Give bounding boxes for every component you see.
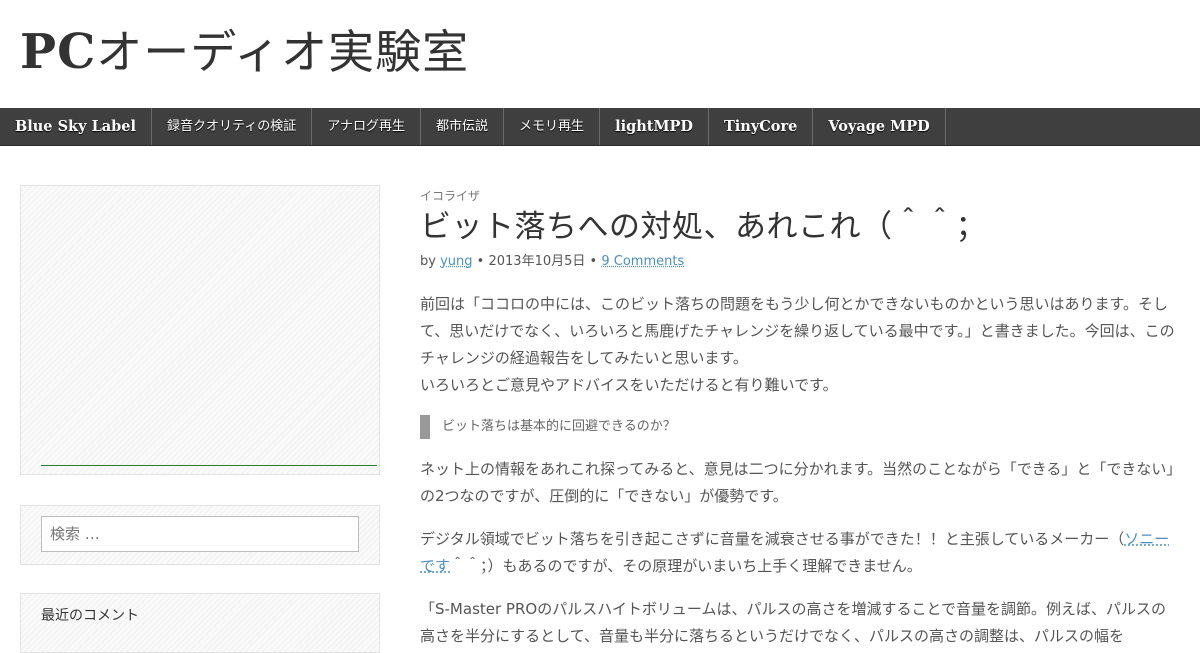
blockquote-bar [420, 415, 430, 439]
main-nav: Blue Sky Label 録音クオリティの検証 アナログ再生 都市伝説 メモリ再生 l… [0, 108, 1200, 146]
post-paragraph-text: デジタル領域でビット落ちを引き起こさずに音量を減衰させる事ができた！！と主張して… [420, 530, 1125, 548]
post-paragraph-text: 前回は「ココロの中には、このビット落ちの問題をもう少し何とかできないものかという… [420, 295, 1175, 367]
meta-sep: • [589, 254, 598, 269]
post-paragraph: デジタル領域でビット落ちを引き起こさずに音量を減衰させる事ができた！！と主張して… [420, 526, 1180, 580]
site-header: PCオーディオ実験室 [0, 0, 1200, 108]
search-widget [20, 505, 380, 565]
site-title-jp[interactable]: オーディオ実験室 [96, 25, 469, 79]
post-paragraph: ネット上の情報をあれこれ探ってみると、意見は二つに分かれます。当然のことながら「… [420, 460, 1174, 505]
post-paragraph: 前回は「ココロの中には、このビット落ちの問題をもう少し何とかできないものかという… [420, 291, 1180, 399]
blockquote-text: ビット落ちは基本的に回避できるのか？ [442, 419, 676, 434]
nav-item[interactable]: アナログ再生 [312, 108, 422, 145]
nav-item[interactable]: 都市伝説 [421, 108, 505, 145]
nav-item[interactable]: Blue Sky Label [0, 108, 153, 145]
meta-by: by [420, 254, 436, 269]
sidebar-widget-empty [20, 185, 380, 475]
search-input[interactable] [41, 516, 359, 552]
nav-item[interactable]: TinyCore [709, 108, 814, 145]
site-title-latin[interactable]: PC [20, 24, 96, 80]
post-paragraph-text: いろいろとご意見やアドバイスをいただけると有り難いです。 [420, 376, 838, 394]
nav-item[interactable]: 録音クオリティの検証 [152, 108, 313, 145]
comments-link[interactable]: 9 Comments [601, 254, 684, 269]
nav-item[interactable]: lightMPD [600, 108, 709, 145]
post-meta: by yung • 2013年10月5日 • 9 Comments [420, 250, 1180, 269]
nav-item[interactable]: メモリ再生 [504, 108, 601, 145]
recent-comments-widget: 最近のコメント [20, 593, 380, 653]
post-title: ビット落ちへの対処、あれこれ（＾＾； [420, 209, 987, 245]
post-content: イコライザ ビット落ちへの対処、あれこれ（＾＾； by yung • 2013年… [420, 185, 1180, 650]
post-paragraph-text: ＾＾；）もあるのですが、その原理がいまいち上手く理解できません。 [450, 557, 922, 575]
site-title[interactable]: PCオーディオ実験室 [20, 22, 469, 82]
meta-sep: • [476, 254, 485, 269]
widget-divider-line [41, 465, 377, 466]
nav-item[interactable]: Voyage MPD [813, 108, 946, 145]
sidebar: 最近のコメント [20, 185, 380, 653]
post-date: 2013年10月5日 [488, 254, 586, 269]
post-paragraph: 「S-Master PROのパルスハイトボリュームは、パルスの高さを増減すること… [420, 600, 1167, 645]
recent-comments-title: 最近のコメント [41, 608, 139, 624]
post-category[interactable]: イコライザ [420, 187, 1180, 204]
author-link[interactable]: yung [440, 254, 472, 269]
blockquote: ビット落ちは基本的に回避できるのか？ [420, 415, 1180, 439]
